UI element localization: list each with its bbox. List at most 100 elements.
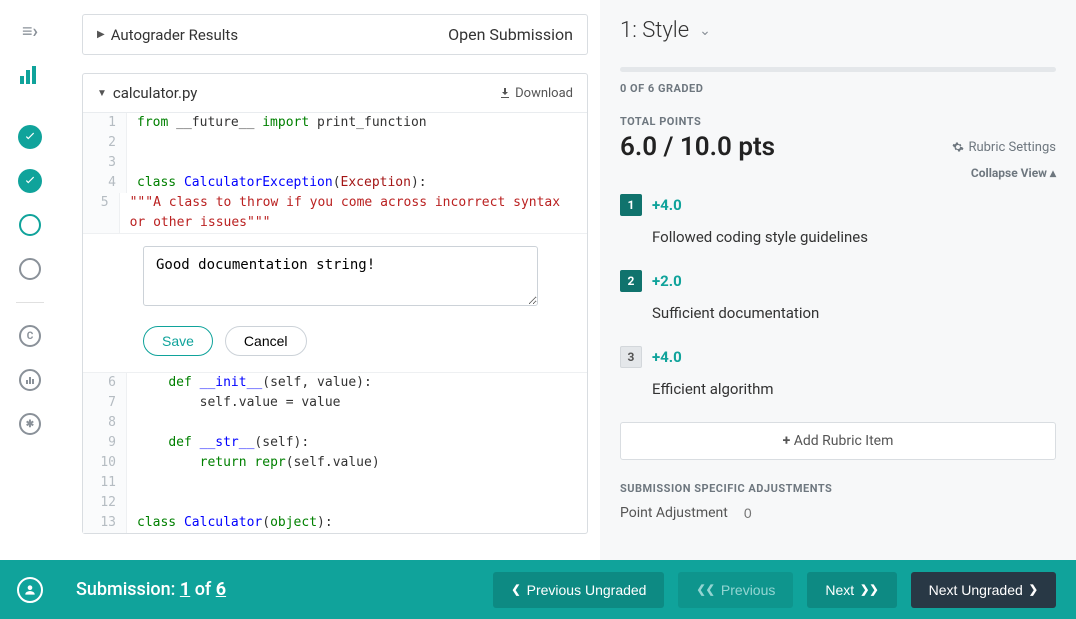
code-viewer: 1from __future__ import print_function 2… (83, 112, 587, 533)
submission-label: Submission: (76, 579, 175, 600)
rubric-item-2[interactable]: 2 +2.0 Sufficient documentation (620, 270, 1056, 322)
double-chevron-left-icon: ❮❮ (696, 583, 714, 596)
grading-progress-bar (620, 67, 1056, 72)
code-line[interactable] (127, 473, 137, 493)
total-points-value: 6.0 / 10.0 pts (620, 132, 775, 162)
save-button[interactable]: Save (143, 326, 213, 356)
comment-textarea[interactable] (143, 246, 538, 306)
graded-count: 0 OF 6 GRADED (620, 82, 1056, 95)
point-adjustment-label: Point Adjustment (620, 505, 728, 521)
rubric-desc: Followed coding style guidelines (652, 228, 868, 246)
plus-icon: + (783, 433, 791, 449)
question-number: 1: (620, 18, 637, 43)
line-num: 7 (83, 393, 127, 413)
code-line[interactable]: class CalculatorException(Exception): (127, 173, 427, 193)
previous-button[interactable]: ❮❮ Previous (678, 572, 793, 608)
sidebar-divider (16, 302, 44, 303)
rubric-panel: 1: Style ⌄ 0 OF 6 GRADED TOTAL POINTS 6.… (600, 0, 1076, 560)
submission-of: of (195, 579, 212, 600)
rubric-points: +2.0 (652, 272, 682, 290)
file-card: ▼ calculator.py Download 1from __future_… (82, 73, 588, 534)
next-ungraded-button[interactable]: Next Ungraded ❯ (911, 572, 1056, 608)
collapse-toggle-icon[interactable]: ≡› (15, 16, 45, 46)
previous-ungraded-button[interactable]: ❮Previous Ungraded (493, 572, 664, 608)
next-ungraded-label: Next Ungraded (929, 582, 1023, 598)
code-line[interactable]: from __future__ import print_function (127, 113, 427, 133)
code-line[interactable] (127, 413, 137, 433)
line-num: 13 (83, 513, 127, 533)
previous-label: Previous (721, 582, 775, 598)
line-num: 8 (83, 413, 127, 433)
caret-right-icon: ▶ (97, 29, 105, 40)
point-adjustment-input[interactable] (744, 505, 794, 521)
cancel-button[interactable]: Cancel (225, 326, 307, 356)
autograder-title: Autograder Results (111, 26, 238, 44)
line-num: 9 (83, 433, 127, 453)
item-analysis-icon[interactable] (15, 365, 45, 395)
file-toggle[interactable]: ▼ calculator.py (97, 84, 197, 102)
ssa-heading: SUBMISSION SPECIFIC ADJUSTMENTS (620, 482, 1056, 495)
chevron-right-icon: ❯ (1029, 583, 1038, 596)
open-submission-link[interactable]: Open Submission (448, 25, 573, 44)
footer-bar: Submission: 1 of 6 ❮Previous Ungraded ❮❮… (0, 560, 1076, 619)
caret-down-icon: ▼ (97, 88, 107, 99)
question-title: Style (642, 18, 689, 43)
code-line[interactable]: self.value = value (127, 393, 341, 413)
question-1-icon[interactable] (15, 122, 45, 152)
rubric-desc: Efficient algorithm (652, 380, 774, 398)
user-icon[interactable] (17, 577, 43, 603)
download-link[interactable]: Download (499, 86, 573, 101)
sidebar: ≡› C ✱ (0, 0, 60, 560)
line-num: 4 (83, 173, 127, 193)
line-num: 1 (83, 113, 127, 133)
line-num: 5 (83, 193, 120, 233)
line-num: 6 (83, 373, 127, 393)
line-num: 11 (83, 473, 127, 493)
submission-counter: Submission: 1 of 6 (76, 579, 226, 600)
settings-icon[interactable]: ✱ (15, 409, 45, 439)
next-button[interactable]: Next❯❯ (807, 572, 896, 608)
code-line[interactable] (127, 153, 137, 173)
line-num: 3 (83, 153, 127, 173)
rubric-num: 3 (620, 346, 642, 368)
stats-icon[interactable] (15, 60, 45, 90)
code-line[interactable]: class Calculator(object): (127, 513, 333, 533)
code-line[interactable] (127, 493, 137, 513)
submission-total: 6 (216, 579, 226, 600)
code-line[interactable]: def __init__(self, value): (127, 373, 372, 393)
rubric-item-1[interactable]: 1+4.0 Followed coding style guidelines (620, 194, 1056, 246)
code-line[interactable]: return repr(self.value) (127, 453, 380, 473)
question-3-icon[interactable] (15, 210, 45, 240)
rubric-settings-link[interactable]: Rubric Settings (952, 140, 1056, 155)
code-line[interactable]: def __str__(self): (127, 433, 309, 453)
line-num: 2 (83, 133, 127, 153)
rubric-desc: Sufficient documentation (652, 304, 819, 322)
download-icon (499, 87, 511, 99)
line-num: 12 (83, 493, 127, 513)
download-label: Download (515, 86, 573, 101)
chevron-down-icon: ⌄ (699, 23, 711, 39)
total-points-label: TOTAL POINTS (620, 115, 1056, 128)
chevron-left-icon: ❮ (511, 583, 520, 596)
question-selector[interactable]: 1: Style ⌄ (620, 18, 1056, 43)
comment-editor: Save Cancel (83, 233, 587, 373)
question-2-icon[interactable] (15, 166, 45, 196)
question-4-icon[interactable] (15, 254, 45, 284)
line-num: 10 (83, 453, 127, 473)
main-panel: ▶ Autograder Results Open Submission ▼ c… (60, 0, 600, 560)
regrade-icon[interactable]: C (15, 321, 45, 351)
rubric-num: 2 (620, 270, 642, 292)
add-rubric-item-button[interactable]: + Add Rubric Item (620, 422, 1056, 460)
double-chevron-right-icon: ❯❯ (860, 583, 878, 596)
rubric-points: +4.0 (652, 348, 682, 366)
autograder-card: ▶ Autograder Results Open Submission (82, 14, 588, 55)
file-name: calculator.py (113, 84, 197, 102)
code-line[interactable]: """A class to throw if you come across i… (120, 193, 587, 233)
autograder-toggle[interactable]: ▶ Autograder Results (97, 26, 238, 44)
rubric-settings-label: Rubric Settings (968, 140, 1056, 155)
code-line[interactable] (127, 133, 137, 153)
gear-icon (952, 141, 964, 153)
rubric-item-3[interactable]: 3 +4.0 Efficient algorithm (620, 346, 1056, 398)
rubric-points: +4.0 (652, 196, 682, 214)
collapse-view-link[interactable]: Collapse View ▴ (620, 166, 1056, 180)
